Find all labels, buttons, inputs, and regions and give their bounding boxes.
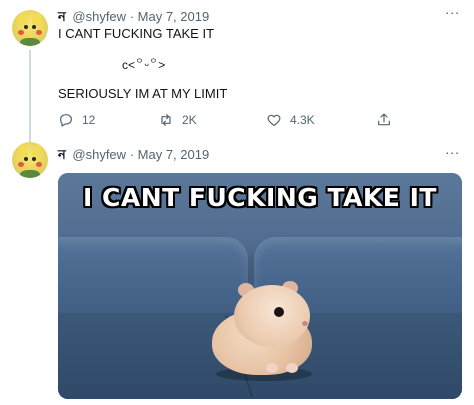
thread-line [29,50,31,150]
hamster-paw [266,363,278,373]
avatar-cheek [18,162,24,167]
avatar[interactable] [12,10,48,46]
like-count: 4.3K [290,113,315,127]
hamster [206,281,318,381]
hamster-paw [286,363,298,373]
more-icon[interactable]: ... [445,2,460,16]
hamster-nose [302,321,308,326]
avatar-cheek [36,162,42,167]
tweet-header: ন @shyfew · May 7, 2019 [58,8,209,26]
avatar-cheek [36,30,42,35]
avatar-eye [32,157,36,161]
tweet-date[interactable]: May 7, 2019 [138,147,210,162]
reply-icon [60,114,72,127]
tweet[interactable]: ন @shyfew · May 7, 2019 ... I CANT FUCKI… [0,140,474,405]
retweet-count: 2K [182,113,197,127]
tweet-text-line: SERIOUSLY IM AT MY LIMIT [58,86,228,101]
tweet[interactable]: ন @shyfew · May 7, 2019 ... I CANT FUCKI… [0,0,474,150]
tweet-text-line: I CANT FUCKING TAKE IT [58,26,215,41]
more-icon[interactable]: ... [445,142,460,156]
avatar-eye [24,157,28,161]
tweet-media-image[interactable]: I CANT FUCKING TAKE IT [58,173,462,399]
avatar-ear [31,143,43,159]
avatar-ear [17,143,29,159]
retweet-button[interactable]: 2K [158,110,197,130]
display-name[interactable]: ন [58,9,66,24]
tweet-header: ন @shyfew · May 7, 2019 [58,146,209,164]
share-button[interactable] [376,110,392,130]
heart-icon [267,114,281,126]
avatar-ear [17,11,29,27]
avatar-body [20,170,40,178]
handle[interactable]: @shyfew [72,147,126,162]
reply-button[interactable]: 12 [58,110,95,130]
avatar-body [20,38,40,46]
separator: · [129,147,135,162]
tweet-date[interactable]: May 7, 2019 [138,9,210,24]
hamster-eye [274,307,284,317]
like-button[interactable]: 4.3K [266,110,315,130]
tweet-text-ascii: c<꒪ᵕ꒪> [122,58,166,72]
meme-caption: I CANT FUCKING TAKE IT [83,183,437,212]
display-name[interactable]: ন [58,147,66,162]
avatar-eye [24,25,28,29]
avatar[interactable] [12,142,48,178]
avatar-ear [31,11,43,27]
avatar-eye [32,25,36,29]
handle[interactable]: @shyfew [72,9,126,24]
separator: · [129,9,135,24]
reply-count: 12 [82,113,96,127]
retweet-icon [161,114,171,126]
avatar-cheek [18,30,24,35]
share-icon [378,113,390,126]
hamster-head [234,285,310,347]
tweet-actions: 12 2K 4.3K [58,110,458,130]
